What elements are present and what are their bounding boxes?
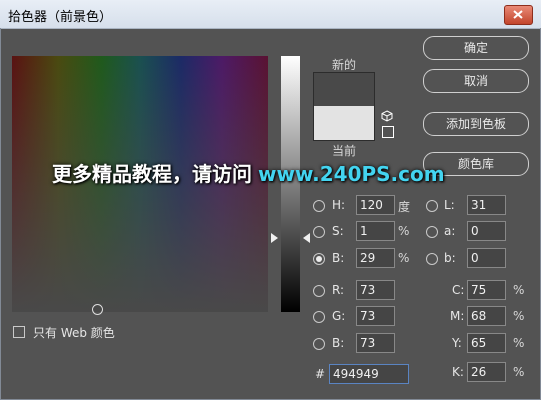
a-input[interactable]: 0 xyxy=(467,221,506,241)
add-to-swatches-button[interactable]: 添加到色板 xyxy=(423,112,529,136)
current-color-swatch[interactable] xyxy=(313,106,375,141)
c-input[interactable]: 75 xyxy=(467,280,506,300)
cancel-button[interactable]: 取消 xyxy=(423,69,529,93)
b-hsb-unit: % xyxy=(398,251,410,265)
s-input[interactable]: 1 xyxy=(356,221,395,241)
b-rgb-input[interactable]: 73 xyxy=(356,333,395,353)
radio-r[interactable] xyxy=(313,285,325,297)
new-color-swatch xyxy=(313,72,375,107)
web-only-label: 只有 Web 颜色 xyxy=(33,326,115,340)
hex-label: # xyxy=(315,367,326,381)
web-safe-square-icon[interactable] xyxy=(382,126,394,138)
watermark-overlay: 更多精品教程，请访问 www.240PS.com xyxy=(52,158,445,187)
new-color-label: 新的 xyxy=(331,58,356,72)
k-input[interactable]: 26 xyxy=(467,362,506,382)
close-icon xyxy=(513,10,523,19)
b-hsb-label: B: xyxy=(332,251,345,265)
title-bar: 拾色器（前景色） xyxy=(0,0,541,29)
web-only-checkbox[interactable] xyxy=(13,326,25,338)
radio-b-rgb[interactable] xyxy=(313,338,325,350)
c-unit: % xyxy=(513,283,525,297)
y-input[interactable]: 65 xyxy=(467,333,506,353)
radio-b-lab[interactable] xyxy=(426,253,438,265)
current-color-label: 当前 xyxy=(331,144,356,158)
h-unit: 度 xyxy=(398,200,411,214)
m-unit: % xyxy=(513,309,525,323)
k-label: K: xyxy=(452,365,464,379)
l-label: L: xyxy=(444,198,455,212)
watermark-url: www.240PS.com xyxy=(258,162,445,186)
ok-button[interactable]: 确定 xyxy=(423,36,529,60)
s-label: S: xyxy=(332,224,344,238)
g-input[interactable]: 73 xyxy=(356,306,395,326)
radio-a[interactable] xyxy=(426,226,438,238)
radio-g[interactable] xyxy=(313,311,325,323)
slider-right-arrow-icon[interactable] xyxy=(302,233,310,243)
radio-h[interactable] xyxy=(313,200,325,212)
b-lab-input[interactable]: 0 xyxy=(467,248,506,268)
y-label: Y: xyxy=(452,336,462,350)
radio-s[interactable] xyxy=(313,226,325,238)
radio-l[interactable] xyxy=(426,200,438,212)
s-unit: % xyxy=(398,224,410,238)
b-hsb-input[interactable]: 29 xyxy=(356,248,395,268)
a-label: a: xyxy=(444,224,456,238)
window-title: 拾色器（前景色） xyxy=(8,10,113,25)
hex-input[interactable]: 494949 xyxy=(329,364,409,384)
g-label: G: xyxy=(332,309,346,323)
k-unit: % xyxy=(513,365,525,379)
color-field-cursor[interactable] xyxy=(92,304,103,315)
h-input[interactable]: 120 xyxy=(356,195,395,215)
watermark-text: 更多精品教程，请访问 xyxy=(52,162,252,186)
y-unit: % xyxy=(513,336,525,350)
close-button[interactable] xyxy=(504,5,533,25)
radio-b-hsb[interactable] xyxy=(313,253,325,265)
m-input[interactable]: 68 xyxy=(467,306,506,326)
b-lab-label: b: xyxy=(444,251,456,265)
out-of-gamut-cube-icon[interactable] xyxy=(381,110,393,122)
r-input[interactable]: 73 xyxy=(356,280,395,300)
h-label: H: xyxy=(332,198,346,212)
r-label: R: xyxy=(332,283,345,297)
b-rgb-label: B: xyxy=(332,336,345,350)
l-input[interactable]: 31 xyxy=(467,195,506,215)
m-label: M: xyxy=(450,309,465,323)
c-label: C: xyxy=(452,283,465,297)
slider-left-arrow-icon[interactable] xyxy=(271,233,279,243)
